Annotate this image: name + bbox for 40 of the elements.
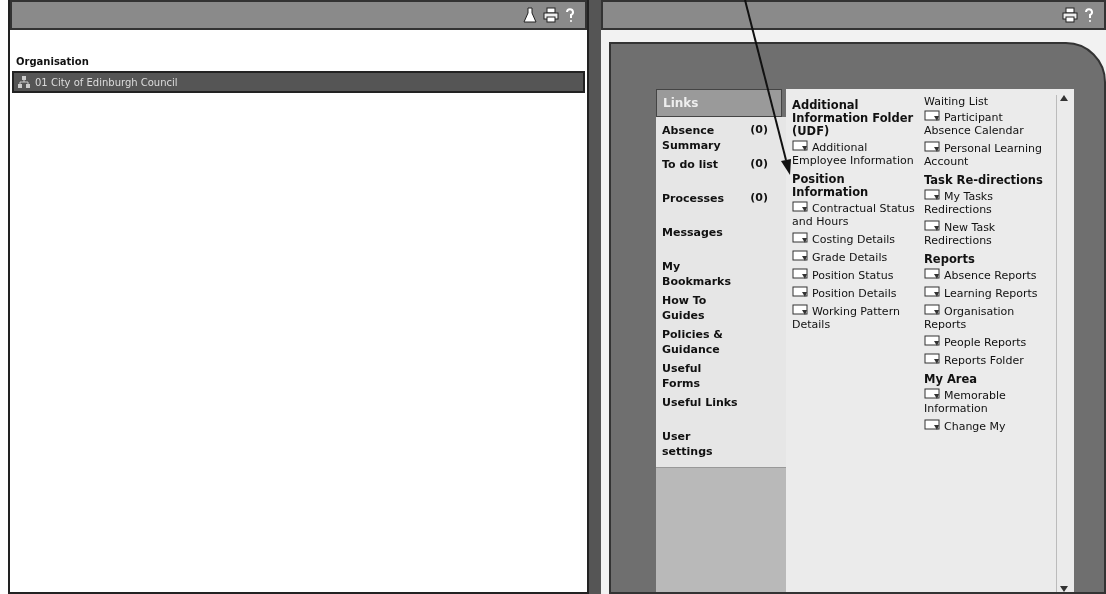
link-text[interactable]: Waiting List (924, 95, 1052, 108)
page-link[interactable]: Additional Employee Information (792, 140, 920, 167)
item-count: (0) (750, 191, 768, 204)
page-link[interactable]: New Task Redirections (924, 220, 1052, 247)
sidebar-link[interactable]: My Bookmarks (662, 259, 742, 289)
page-link[interactable]: My Tasks Redirections (924, 189, 1052, 216)
sidebar-link[interactable]: Messages (662, 225, 742, 240)
organisation-heading: Organisation (16, 56, 90, 67)
item-count: (0) (750, 123, 768, 136)
sidebar-link[interactable]: Useful Links (662, 395, 742, 410)
page-link[interactable]: Learning Reports (924, 286, 1052, 300)
sidebar-link[interactable]: User settings (662, 429, 742, 459)
sidebar-link[interactable]: Processes (662, 191, 742, 206)
sidebar-link[interactable]: Policies & Guidance (662, 327, 742, 357)
page-link[interactable]: Position Details (792, 286, 920, 300)
page-link[interactable]: Costing Details (792, 232, 920, 246)
page-link[interactable]: Working Pattern Details (792, 304, 920, 331)
page-link[interactable]: People Reports (924, 335, 1052, 349)
organisation-name: 01 City of Edinburgh Council (35, 76, 178, 88)
sidebar-link[interactable]: Useful Forms (662, 361, 742, 391)
page-link[interactable]: Change My (924, 419, 1052, 433)
page-link[interactable]: Contractual Status and Hours (792, 201, 920, 228)
page-link[interactable]: Grade Details (792, 250, 920, 264)
section-heading: Task Re-directions (924, 174, 1044, 187)
item-count: (0) (750, 157, 768, 170)
page-link[interactable]: Position Status (792, 268, 920, 282)
sidebar-link[interactable]: Absence Summary (662, 123, 742, 153)
section-heading: Reports (924, 253, 976, 266)
page-link[interactable]: Organisation Reports (924, 304, 1052, 331)
page-link[interactable]: Participant Absence Calendar (924, 110, 1052, 137)
section-heading: Additional Information Folder (UDF) (792, 99, 915, 138)
sidebar-link[interactable]: How To Guides (662, 293, 742, 323)
organisation-row[interactable]: 01 City of Edinburgh Council (12, 71, 586, 93)
sidebar-link[interactable]: To do list (662, 157, 742, 172)
section-heading: Position Information (792, 173, 870, 199)
page-link[interactable]: Reports Folder (924, 353, 1052, 367)
section-heading: My Area (924, 373, 979, 386)
page-link[interactable]: Absence Reports (924, 268, 1052, 282)
page-link[interactable]: Memorable Information (924, 388, 1052, 415)
page-link[interactable]: Personal Learning Account (924, 141, 1052, 168)
